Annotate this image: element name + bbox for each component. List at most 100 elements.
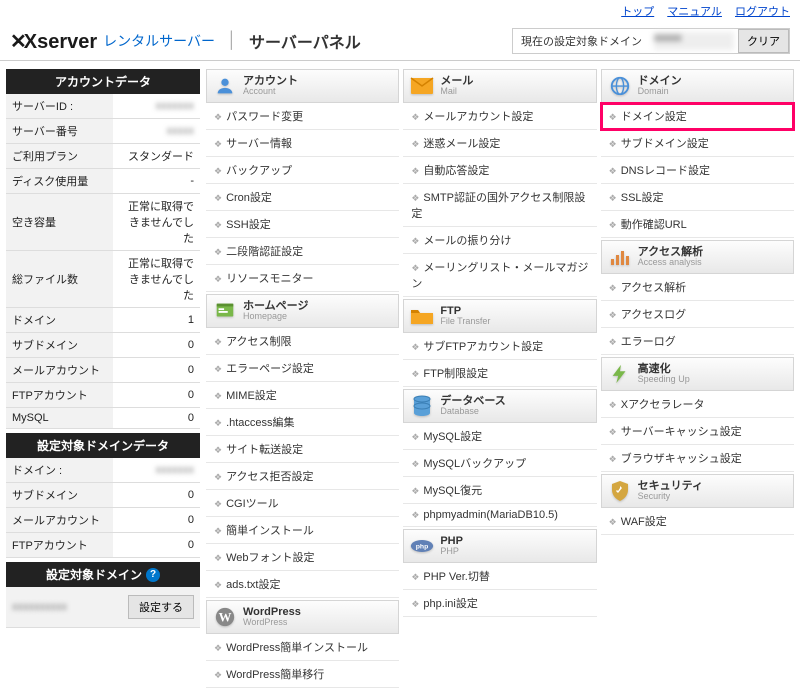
- menu-item[interactable]: .htaccess編集: [206, 409, 399, 436]
- menu-item[interactable]: SSH設定: [206, 211, 399, 238]
- menu-item[interactable]: MySQL復元: [403, 477, 596, 504]
- menu-item[interactable]: Xアクセラレータ: [601, 391, 794, 418]
- menu-item[interactable]: SSL設定: [601, 184, 794, 211]
- menu-item[interactable]: アクセス拒否設定: [206, 463, 399, 490]
- menu-item[interactable]: アクセス制限: [206, 328, 399, 355]
- menu-item[interactable]: パスワード変更: [206, 103, 399, 130]
- menu-item[interactable]: メールアカウント設定: [403, 103, 596, 130]
- nav-logout-link[interactable]: ログアウト: [735, 6, 790, 18]
- table-row: メールアカウント0: [6, 508, 200, 533]
- table-row: ご利用プランスタンダード: [6, 144, 200, 169]
- menu-item[interactable]: サブドメイン設定: [601, 130, 794, 157]
- menu-item[interactable]: CGIツール: [206, 490, 399, 517]
- row-value: 1: [113, 308, 200, 333]
- category-header: ホームページHomepage: [206, 294, 399, 328]
- table-row: ドメイン :xxxxxxx: [6, 458, 200, 483]
- set-domain-header: 設定対象ドメイン ?: [6, 562, 200, 587]
- menu-item[interactable]: SMTP認証の国外アクセス制限設定: [403, 184, 596, 227]
- current-domain-bar: 現在の設定対象ドメイン xxxxx クリア: [512, 28, 790, 54]
- menu-item[interactable]: MySQLバックアップ: [403, 450, 596, 477]
- category-subtitle: WordPress: [243, 618, 301, 628]
- page-title: サーバーパネル: [249, 29, 361, 53]
- category-wordpress: WWordPressWordPressWordPress簡単インストールWord…: [206, 600, 399, 688]
- menu-item[interactable]: Webフォント設定: [206, 544, 399, 571]
- main-panel: アカウントAccountパスワード変更サーバー情報バックアップCron設定SSH…: [206, 69, 794, 690]
- row-value: 正常に取得できませんでした: [113, 251, 200, 308]
- table-row: サブドメイン0: [6, 333, 200, 358]
- table-row: メールアカウント0: [6, 358, 200, 383]
- row-key: MySQL: [6, 408, 113, 429]
- menu-item[interactable]: サブFTPアカウント設定: [403, 333, 596, 360]
- menu-item[interactable]: バックアップ: [206, 157, 399, 184]
- menu-item[interactable]: 自動応答設定: [403, 157, 596, 184]
- menu-item[interactable]: MIME設定: [206, 382, 399, 409]
- menu-item[interactable]: MySQL設定: [403, 423, 596, 450]
- menu-item[interactable]: サイト転送設定: [206, 436, 399, 463]
- menu-item[interactable]: ブラウザキャッシュ設定: [601, 445, 794, 472]
- category-subtitle: Homepage: [243, 312, 308, 322]
- svg-text:W: W: [219, 611, 232, 625]
- category-subtitle: Speeding Up: [638, 375, 690, 385]
- category-header: phpPHPPHP: [403, 529, 596, 563]
- set-domain-button[interactable]: 設定する: [128, 595, 194, 619]
- category-mail: メールMailメールアカウント設定迷惑メール設定自動応答設定SMTP認証の国外ア…: [403, 69, 596, 297]
- column-2: メールMailメールアカウント設定迷惑メール設定自動応答設定SMTP認証の国外ア…: [403, 69, 596, 690]
- menu-item[interactable]: php.ini設定: [403, 590, 596, 617]
- row-key: ドメイン: [6, 308, 113, 333]
- category-php: phpPHPPHPPHP Ver.切替php.ini設定: [403, 529, 596, 617]
- table-row: サブドメイン0: [6, 483, 200, 508]
- menu-item[interactable]: ads.txt設定: [206, 571, 399, 598]
- category-account: アカウントAccountパスワード変更サーバー情報バックアップCron設定SSH…: [206, 69, 399, 292]
- menu-item[interactable]: サーバー情報: [206, 130, 399, 157]
- row-value: スタンダード: [113, 144, 200, 169]
- row-value: 0: [113, 358, 200, 383]
- menu-item[interactable]: アクセスログ: [601, 301, 794, 328]
- row-key: FTPアカウント: [6, 533, 113, 558]
- menu-item[interactable]: 二段階認証設定: [206, 238, 399, 265]
- category-subtitle: Database: [440, 407, 505, 417]
- menu-item[interactable]: 迷惑メール設定: [403, 130, 596, 157]
- menu-item[interactable]: ドメイン設定: [601, 103, 794, 130]
- category-subtitle: Access analysis: [638, 258, 703, 268]
- menu-item[interactable]: エラーログ: [601, 328, 794, 355]
- row-key: 総ファイル数: [6, 251, 113, 308]
- menu-item[interactable]: Cron設定: [206, 184, 399, 211]
- svg-text:php: php: [416, 544, 429, 551]
- menu-item[interactable]: メールの振り分け: [403, 227, 596, 254]
- table-row: ドメイン1: [6, 308, 200, 333]
- row-key: サブドメイン: [6, 333, 113, 358]
- header: ✕Xserver レンタルサーバー │ サーバーパネル 現在の設定対象ドメイン …: [0, 22, 800, 61]
- security-icon: [608, 480, 632, 502]
- column-3: ドメインDomainドメイン設定サブドメイン設定DNSレコード設定SSL設定動作…: [601, 69, 794, 690]
- menu-item[interactable]: WordPress簡単インストール: [206, 634, 399, 661]
- menu-item[interactable]: FTP制限設定: [403, 360, 596, 387]
- menu-item[interactable]: エラーページ設定: [206, 355, 399, 382]
- row-value: 0: [113, 483, 200, 508]
- account-icon: [213, 75, 237, 97]
- nav-top-link[interactable]: トップ: [621, 6, 654, 18]
- help-icon[interactable]: ?: [146, 568, 160, 582]
- row-key: サーバー番号: [6, 119, 113, 144]
- menu-item[interactable]: DNSレコード設定: [601, 157, 794, 184]
- menu-item[interactable]: WAF設定: [601, 508, 794, 535]
- menu-item[interactable]: 簡単インストール: [206, 517, 399, 544]
- logo-brand: ✕Xserver: [10, 29, 97, 54]
- clear-button[interactable]: クリア: [738, 29, 789, 53]
- row-key: メールアカウント: [6, 508, 113, 533]
- menu-item[interactable]: 動作確認URL: [601, 211, 794, 238]
- database-icon: [410, 395, 434, 417]
- menu-item[interactable]: サーバーキャッシュ設定: [601, 418, 794, 445]
- menu-item[interactable]: リソースモニター: [206, 265, 399, 292]
- row-value: 0: [113, 508, 200, 533]
- row-key: メールアカウント: [6, 358, 113, 383]
- category-subtitle: Security: [638, 492, 703, 502]
- menu-item[interactable]: phpmyadmin(MariaDB10.5): [403, 504, 596, 527]
- menu-item[interactable]: アクセス解析: [601, 274, 794, 301]
- set-domain-header-label: 設定対象ドメイン: [46, 566, 142, 583]
- sidebar-target-header: 設定対象ドメインデータ: [6, 433, 200, 458]
- menu-item[interactable]: メーリングリスト・メールマガジン: [403, 254, 596, 297]
- menu-item[interactable]: PHP Ver.切替: [403, 563, 596, 590]
- menu-item[interactable]: WordPress簡単移行: [206, 661, 399, 688]
- nav-manual-link[interactable]: マニュアル: [667, 6, 722, 18]
- category-database: データベースDatabaseMySQL設定MySQLバックアップMySQL復元p…: [403, 389, 596, 527]
